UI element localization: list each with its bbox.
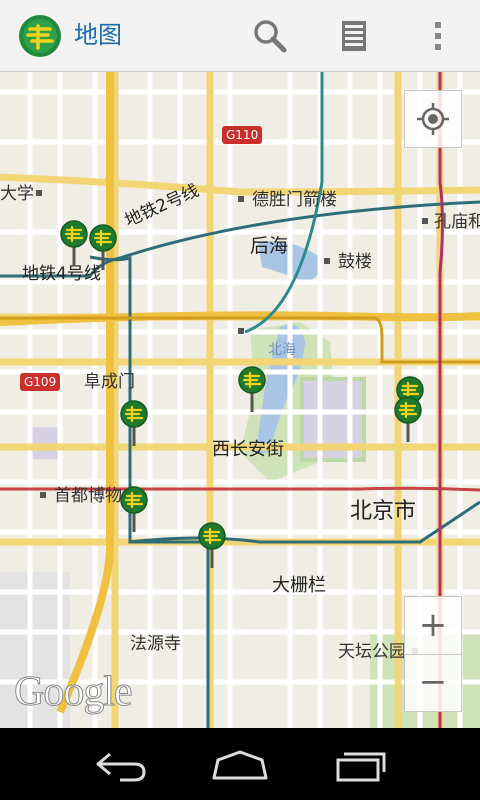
highway-shield-g110: G110	[222, 126, 263, 144]
city-label: 北京市	[350, 499, 417, 524]
post-office-marker[interactable]	[198, 522, 226, 570]
poi-label: 法源寺	[130, 634, 181, 654]
post-office-marker[interactable]	[120, 486, 148, 534]
highway-shield-g109: G109	[20, 373, 61, 391]
post-logo-icon	[60, 220, 88, 266]
post-logo-icon	[89, 224, 117, 270]
poi-label: 德胜门箭楼	[252, 190, 337, 210]
app-title: 地图	[74, 21, 122, 49]
post-office-marker[interactable]	[120, 400, 148, 448]
poi-label: 天坛公园	[338, 642, 406, 662]
post-logo-icon	[238, 366, 266, 412]
action-bar: 地图	[0, 0, 480, 72]
back-icon[interactable]	[90, 744, 150, 784]
post-office-marker[interactable]	[238, 366, 266, 414]
list-icon[interactable]	[334, 16, 374, 56]
crosshair-icon	[417, 103, 449, 135]
poi-label: 鼓楼	[338, 252, 372, 272]
china-post-logo[interactable]	[18, 14, 62, 58]
water-label: 北海	[268, 342, 296, 358]
post-logo-icon	[394, 396, 422, 442]
recent-apps-icon[interactable]	[330, 744, 390, 784]
poi-label: 孔庙和	[434, 212, 480, 232]
zoom-controls: + −	[404, 596, 462, 712]
post-office-marker[interactable]	[60, 220, 88, 268]
zoom-out-button[interactable]: −	[405, 655, 461, 711]
post-logo-icon	[198, 522, 226, 568]
overflow-menu-icon[interactable]	[418, 16, 458, 56]
poi-label: 大学	[0, 184, 34, 204]
street-label: 西长安街	[212, 439, 284, 460]
home-icon[interactable]	[210, 744, 270, 784]
post-logo-icon	[120, 486, 148, 532]
my-location-button[interactable]	[404, 90, 462, 148]
poi-label: 阜成门	[84, 372, 135, 392]
post-logo-icon	[120, 400, 148, 446]
area-label: 后海	[250, 235, 289, 257]
search-icon[interactable]	[250, 16, 290, 56]
google-watermark: Google	[14, 669, 134, 716]
map-view[interactable]: G110 G109 大学 德胜门箭楼 孔庙和 地铁2号线 地铁4号线 后海 鼓楼…	[0, 72, 480, 728]
zoom-in-button[interactable]: +	[405, 597, 461, 655]
poi-label: 首都博物	[54, 486, 122, 506]
system-nav-bar	[0, 728, 480, 800]
area-label: 大栅栏	[272, 575, 326, 596]
post-office-marker[interactable]	[89, 224, 117, 272]
post-office-marker[interactable]	[394, 396, 422, 444]
